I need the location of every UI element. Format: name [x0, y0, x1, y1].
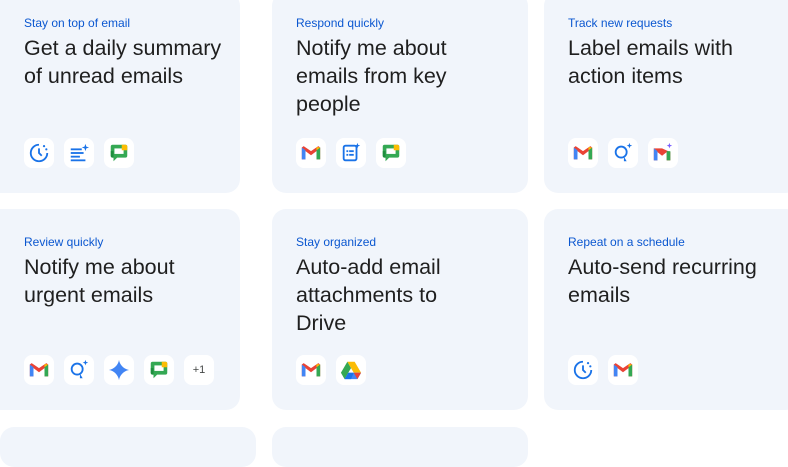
- card-title: Notify me about emails from key people: [296, 36, 447, 116]
- more-count-badge: +1: [184, 355, 214, 385]
- schedule-icon: [568, 355, 598, 385]
- google-drive-icon: [336, 355, 366, 385]
- google-chat-icon: [144, 355, 174, 385]
- template-card-partial[interactable]: [272, 427, 528, 467]
- card-icons: [568, 138, 678, 168]
- card-icons: [296, 355, 366, 385]
- card-eyebrow: Stay organized: [296, 235, 377, 249]
- card-eyebrow: Respond quickly: [296, 16, 385, 30]
- schedule-icon: [24, 138, 54, 168]
- card-eyebrow: Review quickly: [24, 235, 104, 249]
- gmail-icon: [568, 138, 598, 168]
- gemini-spark-icon: [104, 355, 134, 385]
- card-eyebrow: Track new requests: [568, 16, 673, 30]
- template-card[interactable]: Repeat on a schedule Auto-send recurring…: [544, 209, 788, 410]
- card-eyebrow: Stay on top of email: [24, 16, 131, 30]
- card-title: Auto-send recurring emails: [568, 255, 757, 307]
- card-eyebrow: Repeat on a schedule: [568, 235, 685, 249]
- gmail-gemini-icon: [648, 138, 678, 168]
- google-chat-icon: [376, 138, 406, 168]
- card-icons: +1: [24, 355, 214, 385]
- summary-list-icon: [64, 138, 94, 168]
- card-icons: [24, 138, 134, 168]
- google-chat-icon: [104, 138, 134, 168]
- card-title: Get a daily summary of unread emails: [24, 36, 222, 88]
- card-icons: [568, 355, 638, 385]
- template-card-partial[interactable]: [0, 427, 256, 467]
- gmail-icon: [608, 355, 638, 385]
- card-title: Auto-add email attachments to Drive: [296, 255, 441, 335]
- template-card[interactable]: Stay on top of email Get a daily summary…: [0, 0, 240, 193]
- ask-gemini-icon: [608, 138, 638, 168]
- gmail-icon: [296, 355, 326, 385]
- card-icons: [296, 138, 406, 168]
- template-card[interactable]: Review quickly Notify me about urgent em…: [0, 209, 240, 410]
- ask-gemini-icon: [64, 355, 94, 385]
- gmail-icon: [24, 355, 54, 385]
- gmail-icon: [296, 138, 326, 168]
- card-title: Notify me about urgent emails: [24, 255, 175, 307]
- template-card[interactable]: Stay organized Auto-add email attachment…: [272, 209, 528, 410]
- template-card[interactable]: Track new requests Label emails with act…: [544, 0, 788, 193]
- template-card[interactable]: Respond quickly Notify me about emails f…: [272, 0, 528, 193]
- form-icon: [336, 138, 366, 168]
- card-title: Label emails with action items: [568, 36, 733, 88]
